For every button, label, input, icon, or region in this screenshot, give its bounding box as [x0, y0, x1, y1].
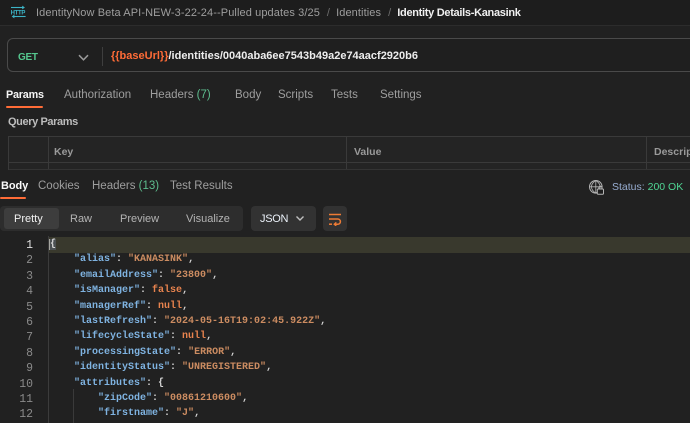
svg-text:HTTP: HTTP	[11, 11, 26, 17]
